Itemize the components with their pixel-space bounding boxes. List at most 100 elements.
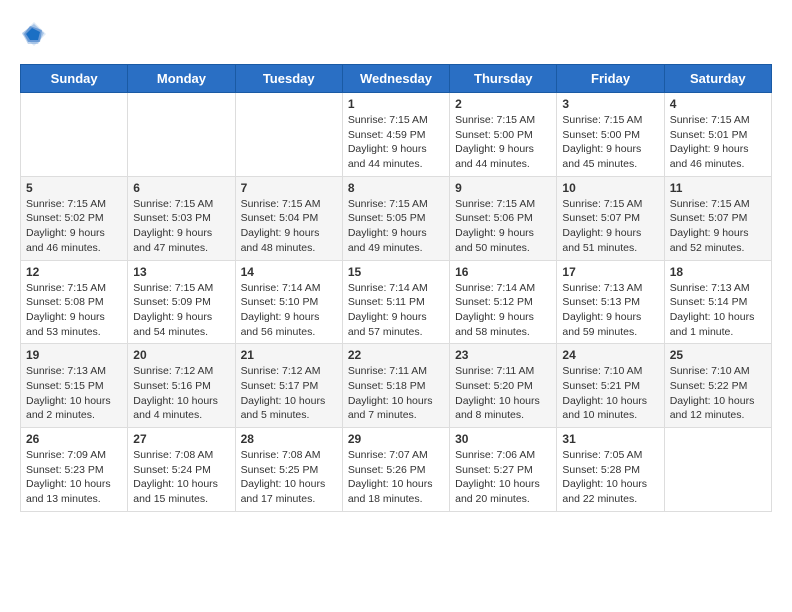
day-info: Sunrise: 7:15 AM Sunset: 5:00 PM Dayligh…: [562, 113, 658, 172]
calendar-cell: 15 Sunrise: 7:14 AM Sunset: 5:11 PM Dayli…: [342, 260, 449, 344]
calendar-week-row: 5 Sunrise: 7:15 AM Sunset: 5:02 PM Daylig…: [21, 176, 772, 260]
day-number: 1: [348, 97, 444, 111]
day-info: Sunrise: 7:12 AM Sunset: 5:16 PM Dayligh…: [133, 364, 229, 423]
day-number: 17: [562, 265, 658, 279]
calendar-cell: [128, 93, 235, 177]
day-info: Sunrise: 7:05 AM Sunset: 5:28 PM Dayligh…: [562, 448, 658, 507]
calendar-cell: 16 Sunrise: 7:14 AM Sunset: 5:12 PM Dayli…: [450, 260, 557, 344]
day-info: Sunrise: 7:10 AM Sunset: 5:22 PM Dayligh…: [670, 364, 766, 423]
calendar-cell: 6 Sunrise: 7:15 AM Sunset: 5:03 PM Daylig…: [128, 176, 235, 260]
calendar-cell: 13 Sunrise: 7:15 AM Sunset: 5:09 PM Dayli…: [128, 260, 235, 344]
calendar-week-row: 1 Sunrise: 7:15 AM Sunset: 4:59 PM Daylig…: [21, 93, 772, 177]
day-number: 23: [455, 348, 551, 362]
day-number: 5: [26, 181, 122, 195]
day-number: 6: [133, 181, 229, 195]
day-number: 12: [26, 265, 122, 279]
day-info: Sunrise: 7:15 AM Sunset: 5:08 PM Dayligh…: [26, 281, 122, 340]
day-number: 16: [455, 265, 551, 279]
day-info: Sunrise: 7:15 AM Sunset: 5:00 PM Dayligh…: [455, 113, 551, 172]
calendar-cell: 4 Sunrise: 7:15 AM Sunset: 5:01 PM Daylig…: [664, 93, 771, 177]
day-number: 18: [670, 265, 766, 279]
calendar-week-row: 12 Sunrise: 7:15 AM Sunset: 5:08 PM Dayli…: [21, 260, 772, 344]
day-info: Sunrise: 7:15 AM Sunset: 5:01 PM Dayligh…: [670, 113, 766, 172]
calendar-cell: 28 Sunrise: 7:08 AM Sunset: 5:25 PM Dayli…: [235, 428, 342, 512]
day-number: 4: [670, 97, 766, 111]
calendar-cell: 3 Sunrise: 7:15 AM Sunset: 5:00 PM Daylig…: [557, 93, 664, 177]
calendar-cell: 22 Sunrise: 7:11 AM Sunset: 5:18 PM Dayli…: [342, 344, 449, 428]
day-header-saturday: Saturday: [664, 65, 771, 93]
calendar-cell: [21, 93, 128, 177]
day-info: Sunrise: 7:07 AM Sunset: 5:26 PM Dayligh…: [348, 448, 444, 507]
day-number: 24: [562, 348, 658, 362]
day-info: Sunrise: 7:15 AM Sunset: 5:03 PM Dayligh…: [133, 197, 229, 256]
page-header: [20, 20, 772, 48]
day-info: Sunrise: 7:10 AM Sunset: 5:21 PM Dayligh…: [562, 364, 658, 423]
calendar-cell: 21 Sunrise: 7:12 AM Sunset: 5:17 PM Dayli…: [235, 344, 342, 428]
calendar-cell: 12 Sunrise: 7:15 AM Sunset: 5:08 PM Dayli…: [21, 260, 128, 344]
day-info: Sunrise: 7:12 AM Sunset: 5:17 PM Dayligh…: [241, 364, 337, 423]
day-number: 14: [241, 265, 337, 279]
day-number: 21: [241, 348, 337, 362]
day-number: 8: [348, 181, 444, 195]
day-number: 25: [670, 348, 766, 362]
day-number: 2: [455, 97, 551, 111]
day-info: Sunrise: 7:15 AM Sunset: 5:05 PM Dayligh…: [348, 197, 444, 256]
calendar-cell: 29 Sunrise: 7:07 AM Sunset: 5:26 PM Dayli…: [342, 428, 449, 512]
calendar-cell: 19Sunrise: 7:13 AM Sunset: 5:15 PM Dayli…: [21, 344, 128, 428]
day-header-sunday: Sunday: [21, 65, 128, 93]
day-info: Sunrise: 7:15 AM Sunset: 5:04 PM Dayligh…: [241, 197, 337, 256]
calendar-cell: 5 Sunrise: 7:15 AM Sunset: 5:02 PM Daylig…: [21, 176, 128, 260]
calendar-cell: 23 Sunrise: 7:11 AM Sunset: 5:20 PM Dayli…: [450, 344, 557, 428]
calendar-header-row: SundayMondayTuesdayWednesdayThursdayFrid…: [21, 65, 772, 93]
day-number: 13: [133, 265, 229, 279]
calendar-cell: 20 Sunrise: 7:12 AM Sunset: 5:16 PM Dayli…: [128, 344, 235, 428]
calendar-table: SundayMondayTuesdayWednesdayThursdayFrid…: [20, 64, 772, 512]
day-info: Sunrise: 7:15 AM Sunset: 4:59 PM Dayligh…: [348, 113, 444, 172]
day-number: 29: [348, 432, 444, 446]
day-info: Sunrise: 7:15 AM Sunset: 5:09 PM Dayligh…: [133, 281, 229, 340]
day-number: 20: [133, 348, 229, 362]
day-header-friday: Friday: [557, 65, 664, 93]
day-number: 9: [455, 181, 551, 195]
day-number: 15: [348, 265, 444, 279]
calendar-cell: 11 Sunrise: 7:15 AM Sunset: 5:07 PM Dayli…: [664, 176, 771, 260]
calendar-cell: 7Sunrise: 7:15 AM Sunset: 5:04 PM Daylig…: [235, 176, 342, 260]
day-number: 26: [26, 432, 122, 446]
calendar-cell: 2 Sunrise: 7:15 AM Sunset: 5:00 PM Daylig…: [450, 93, 557, 177]
day-header-wednesday: Wednesday: [342, 65, 449, 93]
day-number: 3: [562, 97, 658, 111]
day-info: Sunrise: 7:13 AM Sunset: 5:14 PM Dayligh…: [670, 281, 766, 340]
day-info: Sunrise: 7:11 AM Sunset: 5:18 PM Dayligh…: [348, 364, 444, 423]
calendar-cell: 24 Sunrise: 7:10 AM Sunset: 5:21 PM Dayli…: [557, 344, 664, 428]
day-number: 27: [133, 432, 229, 446]
calendar-cell: [235, 93, 342, 177]
day-info: Sunrise: 7:15 AM Sunset: 5:07 PM Dayligh…: [670, 197, 766, 256]
calendar-cell: [664, 428, 771, 512]
calendar-cell: 17 Sunrise: 7:13 AM Sunset: 5:13 PM Dayli…: [557, 260, 664, 344]
day-info: Sunrise: 7:15 AM Sunset: 5:02 PM Dayligh…: [26, 197, 122, 256]
day-info: Sunrise: 7:11 AM Sunset: 5:20 PM Dayligh…: [455, 364, 551, 423]
day-info: Sunrise: 7:14 AM Sunset: 5:12 PM Dayligh…: [455, 281, 551, 340]
day-info: Sunrise: 7:15 AM Sunset: 5:06 PM Dayligh…: [455, 197, 551, 256]
day-info: Sunrise: 7:09 AM Sunset: 5:23 PM Dayligh…: [26, 448, 122, 507]
day-info: Sunrise: 7:06 AM Sunset: 5:27 PM Dayligh…: [455, 448, 551, 507]
day-info: Sunrise: 7:13 AM Sunset: 5:13 PM Dayligh…: [562, 281, 658, 340]
calendar-cell: 18 Sunrise: 7:13 AM Sunset: 5:14 PM Dayli…: [664, 260, 771, 344]
calendar-cell: 30Sunrise: 7:06 AM Sunset: 5:27 PM Dayli…: [450, 428, 557, 512]
calendar-cell: 14 Sunrise: 7:14 AM Sunset: 5:10 PM Dayli…: [235, 260, 342, 344]
calendar-cell: 25 Sunrise: 7:10 AM Sunset: 5:22 PM Dayli…: [664, 344, 771, 428]
day-number: 19: [26, 348, 122, 362]
calendar-week-row: 26 Sunrise: 7:09 AM Sunset: 5:23 PM Dayli…: [21, 428, 772, 512]
day-number: 11: [670, 181, 766, 195]
day-info: Sunrise: 7:14 AM Sunset: 5:11 PM Dayligh…: [348, 281, 444, 340]
day-info: Sunrise: 7:08 AM Sunset: 5:25 PM Dayligh…: [241, 448, 337, 507]
day-info: Sunrise: 7:14 AM Sunset: 5:10 PM Dayligh…: [241, 281, 337, 340]
calendar-cell: 26 Sunrise: 7:09 AM Sunset: 5:23 PM Dayli…: [21, 428, 128, 512]
day-number: 22: [348, 348, 444, 362]
day-number: 31: [562, 432, 658, 446]
calendar-cell: 9 Sunrise: 7:15 AM Sunset: 5:06 PM Daylig…: [450, 176, 557, 260]
day-number: 28: [241, 432, 337, 446]
day-header-tuesday: Tuesday: [235, 65, 342, 93]
day-number: 10: [562, 181, 658, 195]
calendar-cell: 10Sunrise: 7:15 AM Sunset: 5:07 PM Dayli…: [557, 176, 664, 260]
